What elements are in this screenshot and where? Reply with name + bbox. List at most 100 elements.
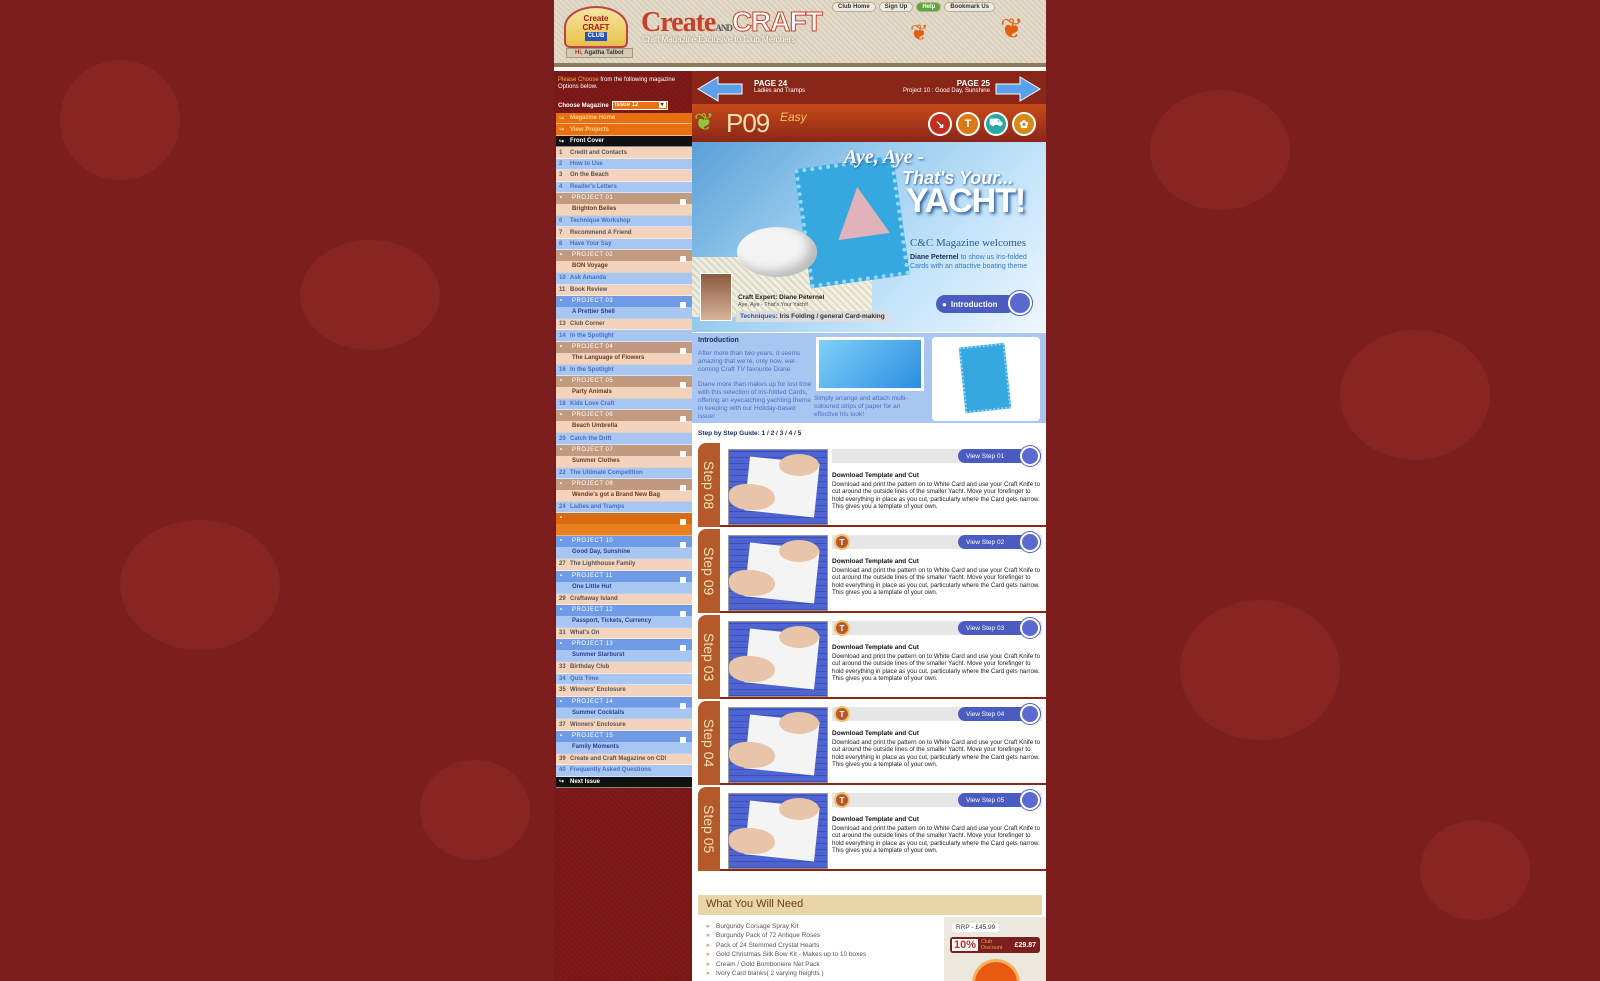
sidebar-project-item[interactable]: • PROJECT 02 BON Voyage <box>556 250 692 274</box>
sidebar-item[interactable]: 24 Ladies and Tramps <box>556 502 692 514</box>
sidebar-item[interactable]: 18 Kids Love Craft <box>556 399 692 411</box>
introduction-button[interactable]: ● Introduction <box>936 295 1016 313</box>
sidebar-project-item[interactable]: • PROJECT 08 Wendie's got a Brand New Bag <box>556 479 692 502</box>
tips-icon[interactable]: T <box>834 792 850 808</box>
step-tab-label: Step 09 <box>701 546 717 596</box>
magazine-select[interactable]: Issue 12 <box>611 101 668 110</box>
sidebar-item[interactable]: 2 How to Use <box>556 158 692 171</box>
sidebar-project-item[interactable]: • PROJECT 07 Summer Clothes <box>556 444 692 468</box>
cart-icon[interactable]: ⛟ <box>984 112 1008 136</box>
sidebar-project-item[interactable]: • <box>556 513 692 537</box>
sidebar-item[interactable]: 6 Technique Workshop <box>556 215 692 228</box>
instructions-highlight: Please Choose <box>558 77 599 83</box>
sidebar-item-label: Quiz Time <box>570 675 599 682</box>
sidebar-item[interactable]: 8 Have Your Say <box>556 238 692 251</box>
view-step-label: View Step 02 <box>966 538 1005 546</box>
sidebar-item[interactable]: 37 Winners' Enclosure <box>556 719 692 731</box>
bg-heart-decoration <box>1180 600 1340 740</box>
hero-card-image <box>794 155 910 289</box>
sidebar-item-label: Kids Love Craft <box>570 401 615 408</box>
sidebar-item[interactable]: 39 Create and Craft Magazine on CD! <box>556 753 692 766</box>
add-to-cart-button[interactable] <box>972 959 1020 981</box>
sidebar-project-item[interactable]: • PROJECT 15 Family Moments <box>556 730 692 754</box>
sidebar-item-label: In the Spotlight <box>570 332 614 339</box>
sidebar-item-label: Ask Amanda <box>570 275 607 282</box>
step-photo <box>728 793 828 869</box>
sidebar-project-item[interactable]: • PROJECT 14 Summer Cocktails <box>556 696 692 720</box>
tips-icon[interactable]: T <box>956 112 980 136</box>
tips-icon[interactable]: T <box>834 534 850 550</box>
top-nav: Club Home Sign Up Help Bookmark Us <box>832 2 996 12</box>
sidebar-item[interactable]: 33 Birthday Club <box>556 662 692 674</box>
sidebar-item[interactable]: 40 Frequently Asked Questions <box>556 765 692 777</box>
brand-craft: CRAFT <box>731 6 823 38</box>
introduction-button-label: Introduction <box>950 299 998 309</box>
project-title: Good Day, Sunshine <box>572 549 631 556</box>
bullet-icon: • <box>560 641 563 648</box>
sidebar-project-item[interactable]: • PROJECT 13 Summer Starburst <box>556 639 692 663</box>
next-page-link[interactable]: PAGE 25 Project 10 : Good Day, Sunshine <box>903 79 990 94</box>
sidebar-project-item[interactable]: • PROJECT 05 Party Animals <box>556 376 692 400</box>
project-title: The Language of Flowers <box>572 354 645 361</box>
sidebar-project-item[interactable]: • PROJECT 12 Passport, Tickets, Currency <box>556 604 692 628</box>
introduction-paragraph: After more than two years, it seems amaz… <box>698 350 801 373</box>
view-step-label: View Step 05 <box>966 796 1005 804</box>
sidebar-project-item[interactable]: • PROJECT 06 Beach Umbrella <box>556 410 692 434</box>
page-icon <box>680 416 686 423</box>
price-box: RRP - £45.99 10% Club Discount £29.87 <box>944 917 1046 981</box>
sidebar-item-number: 37 <box>559 721 566 728</box>
sidebar-item[interactable]: 11 Book Review <box>556 284 692 297</box>
sidebar-item[interactable]: 13 Club Corner <box>556 318 692 331</box>
sidebar-item-front-cover[interactable]: ↪ Front Cover <box>556 135 692 148</box>
tips-icon[interactable]: T <box>834 706 850 722</box>
play-icon[interactable] <box>1020 532 1040 552</box>
sidebar-item[interactable]: 22 The Ultimate Competition <box>556 467 692 480</box>
sidebar-item[interactable]: 1 Credit and Contacts <box>556 147 692 159</box>
sidebar-item[interactable]: 31 What's On <box>556 627 692 640</box>
discount-label: Club Discount <box>981 939 1002 951</box>
prev-page-arrow-icon[interactable] <box>696 75 744 103</box>
sidebar-item-label: Create and Craft Magazine on CD! <box>570 755 667 762</box>
nav-sign-up[interactable]: Sign Up <box>878 2 914 12</box>
arrow-icon[interactable]: ↘ <box>928 112 952 136</box>
sidebar-item[interactable]: 35 Winners' Enclosure <box>556 685 692 697</box>
sidebar-item[interactable]: 14 In the Spotlight <box>556 330 692 342</box>
sidebar-item-number: 2 <box>559 160 563 167</box>
sidebar-item-next-issue[interactable]: ↪ Next Issue <box>556 776 692 789</box>
hand-image <box>779 798 819 820</box>
play-icon[interactable] <box>1020 790 1040 810</box>
nav-bookmark[interactable]: Bookmark Us <box>944 2 996 12</box>
sidebar-item-magazine-home[interactable]: ↪ Magazine Home <box>556 113 692 125</box>
play-icon[interactable] <box>1020 446 1040 466</box>
play-icon[interactable] <box>1008 291 1032 315</box>
prev-page-number: PAGE 24 <box>754 79 788 88</box>
sidebar-item[interactable]: 34 Quiz Time <box>556 673 692 686</box>
sidebar-project-item[interactable]: • PROJECT 10 Good Day, Sunshine <box>556 536 692 560</box>
sidebar-item-view-projects[interactable]: ↪ View Projects <box>556 124 692 136</box>
prev-page-link[interactable]: PAGE 24 Ladies and Tramps <box>754 79 805 94</box>
sidebar-item[interactable]: 20 Catch the Drift <box>556 433 692 445</box>
sidebar-project-item[interactable]: • PROJECT 03 A Prettier Shell <box>556 296 692 319</box>
sidebar-project-item[interactable]: • PROJECT 01 Brighton Belles <box>556 193 692 216</box>
step-guide-links[interactable]: 1 / 2 / 3 / 4 / 5 <box>762 430 802 437</box>
sidebar-project-item[interactable]: • PROJECT 04 The Language of Flowers <box>556 341 692 365</box>
sidebar-item-number: 35 <box>559 687 566 694</box>
butterfly-icon[interactable]: ✿ <box>1012 112 1036 136</box>
nav-club-home[interactable]: Club Home <box>832 2 876 12</box>
sidebar-item[interactable]: 27 The Lighthouse Family <box>556 559 692 571</box>
sidebar-project-item[interactable]: • PROJECT 11 One Little Hut <box>556 570 692 594</box>
nav-help[interactable]: Help <box>916 2 942 12</box>
club-logo[interactable]: Create CRAFT CLUB <box>564 6 628 48</box>
play-icon[interactable] <box>1020 704 1040 724</box>
sidebar-item[interactable]: 29 Craftaway Island <box>556 593 692 605</box>
play-icon[interactable] <box>1020 618 1040 638</box>
bullet-icon: • <box>560 698 563 705</box>
sidebar-item[interactable]: 3 On the Beach <box>556 170 692 182</box>
sidebar-item[interactable]: 16 In the Spotlight <box>556 364 692 377</box>
sidebar-item[interactable]: 4 Reader's Letters <box>556 181 692 194</box>
next-page-arrow-icon[interactable] <box>994 75 1042 103</box>
sidebar-item[interactable]: 10 Ask Amanda <box>556 273 692 285</box>
sidebar-item[interactable]: 7 Recommend A Friend <box>556 227 692 239</box>
sidebar-item-number: 33 <box>559 664 566 671</box>
tips-icon[interactable]: T <box>834 620 850 636</box>
